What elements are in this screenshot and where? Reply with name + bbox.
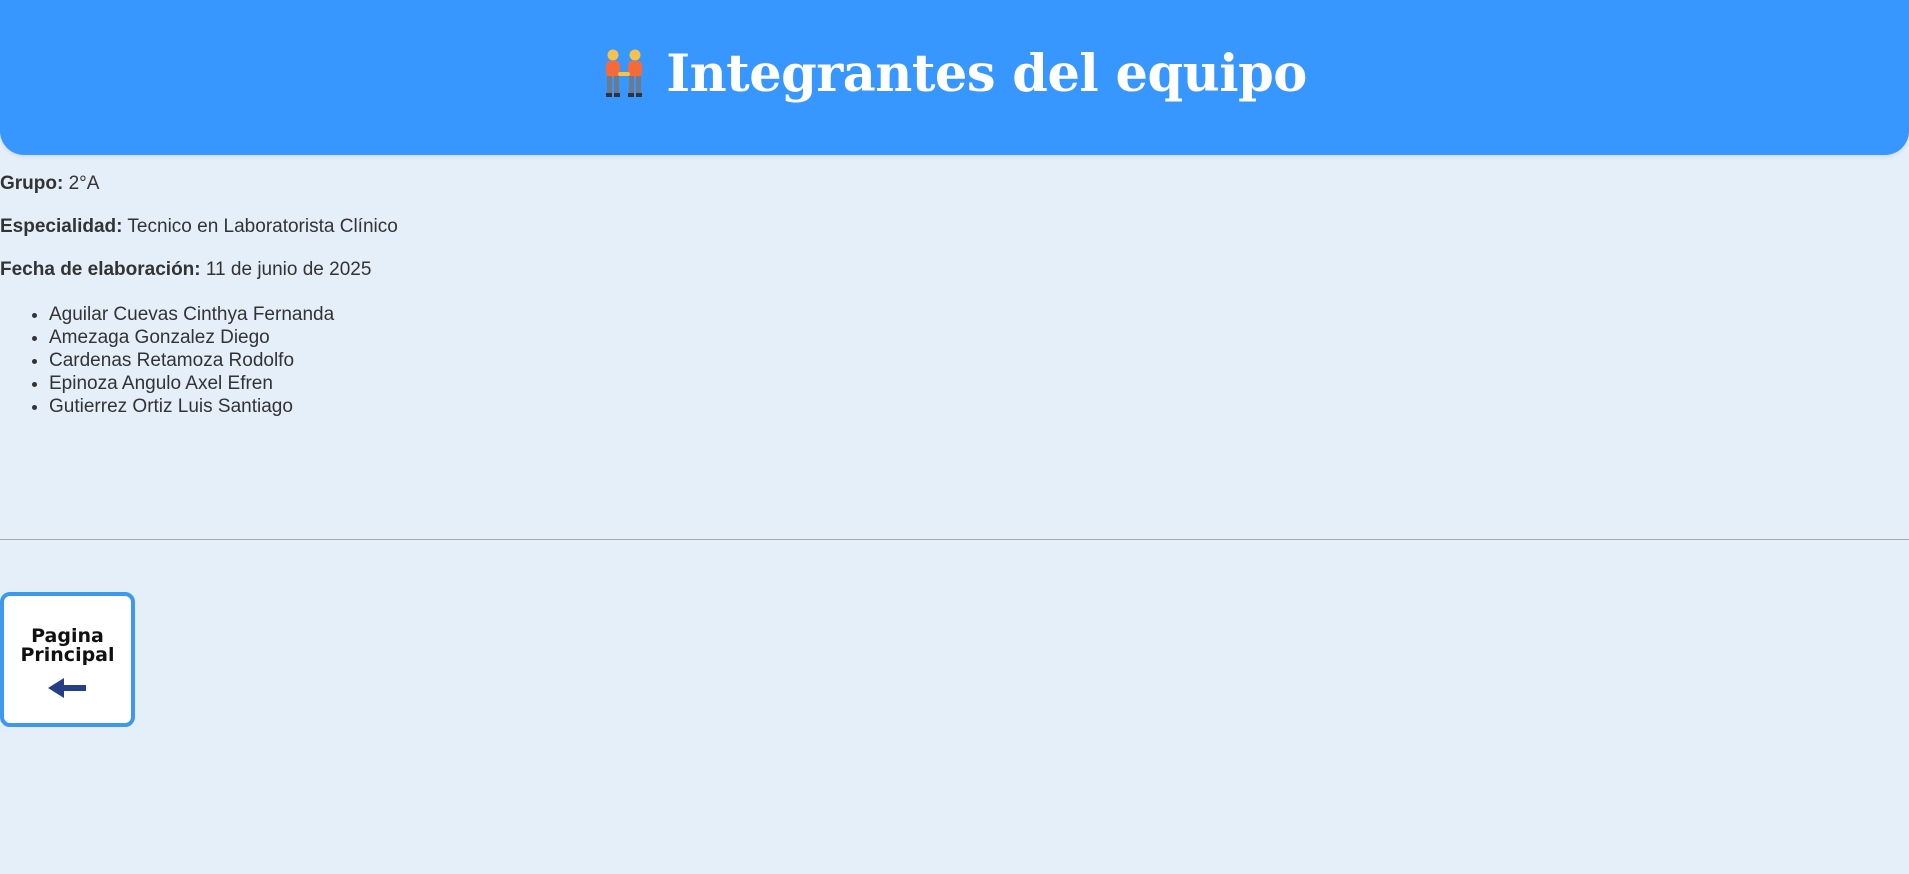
- list-item: Amezaga Gonzalez Diego: [49, 326, 334, 349]
- list-item: Epinoza Angulo Axel Efren: [49, 372, 334, 395]
- arrow-left-icon: [47, 677, 86, 698]
- home-page-button[interactable]: Pagina Principal: [0, 592, 135, 727]
- divider: [0, 539, 1909, 540]
- especialidad-value: Tecnico en Laboratorista Clínico: [122, 216, 398, 237]
- especialidad-label: Especialidad:: [0, 216, 123, 237]
- grupo-row: Grupo: 2°A: [0, 172, 398, 196]
- fecha-row: Fecha de elaboración: 11 de junio de 202…: [0, 258, 398, 282]
- grupo-value: 2°A: [63, 173, 100, 194]
- team-info: Grupo: 2°A Especialidad: Tecnico en Labo…: [0, 172, 398, 301]
- members-list: Aguilar Cuevas Cinthya Fernanda Amezaga …: [0, 303, 334, 418]
- people-holding-hands-icon: [606, 49, 643, 97]
- page-header: Integrantes del equipo: [0, 0, 1909, 155]
- grupo-label: Grupo:: [0, 173, 64, 194]
- list-item: Cardenas Retamoza Rodolfo: [49, 349, 334, 372]
- especialidad-row: Especialidad: Tecnico en Laboratorista C…: [0, 215, 398, 239]
- header-content: Integrantes del equipo: [602, 44, 1307, 104]
- list-item: Gutierrez Ortiz Luis Santiago: [49, 395, 334, 418]
- list-item: Aguilar Cuevas Cinthya Fernanda: [49, 303, 334, 326]
- home-button-label: Pagina Principal: [20, 624, 115, 666]
- fecha-value: 11 de junio de 2025: [200, 259, 372, 280]
- page-title: Integrantes del equipo: [666, 43, 1307, 104]
- fecha-label: Fecha de elaboración:: [0, 259, 201, 280]
